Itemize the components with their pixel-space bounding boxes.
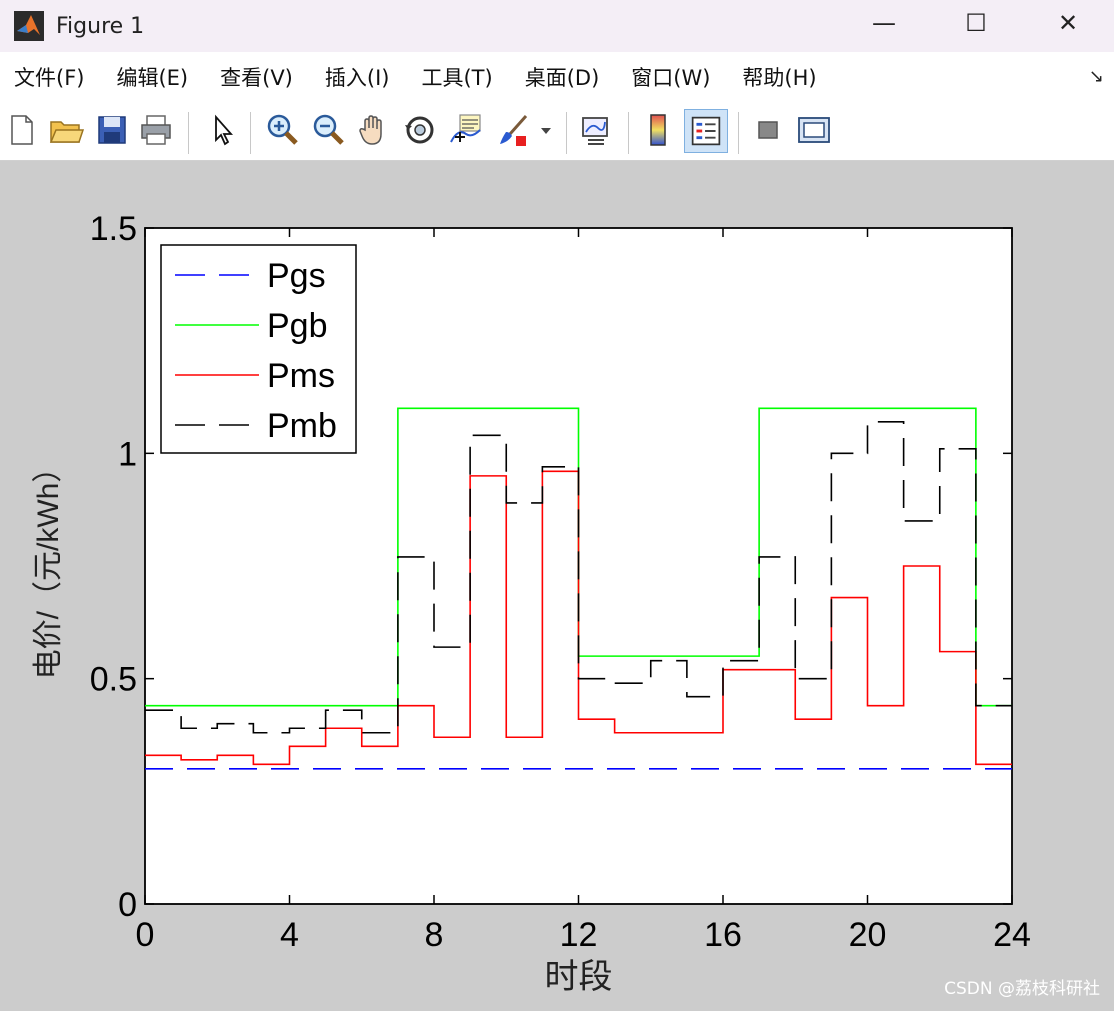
window-titlebar: Figure 1 — ☐ ✕ [0, 0, 1114, 52]
menu-bar: 文件(F) 编辑(E) 查看(V) 插入(I) 工具(T) 桌面(D) 窗口(W… [0, 52, 1114, 102]
legend-label-pgb: Pgb [267, 307, 328, 345]
y-tick-label: 1 [118, 435, 137, 473]
menu-desktop[interactable]: 桌面(D) [511, 62, 618, 92]
x-tick-label: 4 [280, 916, 299, 954]
menu-insert[interactable]: 插入(I) [311, 62, 408, 92]
x-tick-label: 0 [136, 916, 155, 954]
toolbar-separator [250, 112, 251, 154]
chart: 0 4 8 12 16 20 24 0 0.5 1 1.5 Pgs Pgb Pms Pmb 时段 电价/（… [32, 210, 1031, 996]
dropdown-icon[interactable] [536, 112, 556, 148]
legend-label-pms: Pms [267, 357, 335, 395]
legend-label-pmb: Pmb [267, 407, 337, 445]
zoom-in-icon[interactable] [264, 112, 300, 148]
y-axis-label: 电价/（元/kWh） [32, 453, 65, 680]
x-tick-label: 24 [993, 916, 1031, 954]
menu-edit[interactable]: 编辑(E) [102, 62, 206, 92]
y-tick-label: 0.5 [90, 661, 137, 699]
data-cursor-icon[interactable] [448, 112, 484, 148]
menu-window[interactable]: 窗口(W) [617, 62, 728, 92]
y-tick-label: 0 [118, 886, 137, 924]
y-tick-label: 1.5 [90, 210, 137, 248]
menu-help[interactable]: 帮助(H) [728, 62, 834, 92]
colorbar-icon[interactable] [640, 112, 676, 148]
zoom-out-icon[interactable] [310, 112, 346, 148]
legend-icon[interactable] [684, 109, 728, 153]
x-tick-label: 12 [560, 916, 598, 954]
x-tick-label: 20 [849, 916, 887, 954]
toolbar-separator [628, 112, 629, 154]
brush-icon[interactable] [494, 112, 530, 148]
toolbar-separator [188, 112, 189, 154]
x-tick-label: 8 [425, 916, 444, 954]
rotate-3d-icon[interactable] [402, 112, 438, 148]
figure-canvas: 0 4 8 12 16 20 24 0 0.5 1 1.5 Pgs Pgb Pms Pmb 时段 电价/（… [0, 161, 1114, 1007]
legend-label-pgs: Pgs [267, 257, 326, 295]
x-tick-label: 16 [704, 916, 742, 954]
pan-hand-icon[interactable] [356, 112, 392, 148]
watermark: CSDN @荔枝科研社 [944, 979, 1100, 999]
menu-view[interactable]: 查看(V) [206, 62, 311, 92]
window-title: Figure 1 [56, 13, 145, 39]
show-plot-tools-icon[interactable] [796, 112, 832, 148]
toolbar-separator [566, 112, 567, 154]
matlab-logo-icon [14, 11, 44, 41]
new-figure-icon[interactable] [4, 112, 40, 148]
close-button[interactable]: ✕ [1022, 0, 1114, 46]
figure-toolbar [0, 102, 1114, 161]
menu-tools[interactable]: 工具(T) [407, 62, 510, 92]
select-arrow-icon[interactable] [204, 112, 240, 148]
toolbar-separator [738, 112, 739, 154]
menu-file[interactable]: 文件(F) [0, 62, 102, 92]
minimize-button[interactable]: — [838, 0, 930, 46]
dock-arrow-icon[interactable]: ↘ [1089, 66, 1104, 87]
hide-plot-tools-icon[interactable] [750, 112, 786, 148]
print-icon[interactable] [138, 112, 174, 148]
link-plot-icon[interactable] [578, 112, 614, 148]
save-icon[interactable] [94, 112, 130, 148]
maximize-button[interactable]: ☐ [930, 0, 1022, 46]
open-file-icon[interactable] [48, 112, 84, 148]
x-axis-label: 时段 [545, 958, 613, 996]
